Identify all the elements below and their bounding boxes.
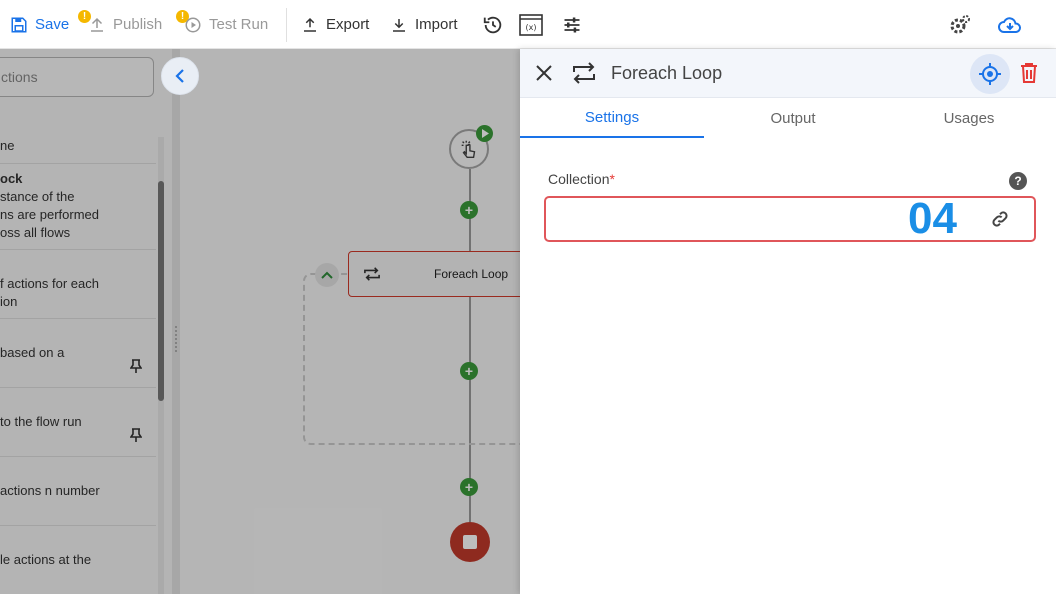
action-item[interactable]: ock stance of the ns are performed oss a…	[0, 170, 156, 250]
action-item-line: ns are performed	[0, 207, 99, 222]
link-icon[interactable]	[990, 209, 1010, 229]
chevron-up-icon	[321, 271, 333, 279]
settings-tabs: Settings Output Usages	[520, 98, 1056, 138]
toolbar: Save ! Publish ! Test Run Export Import …	[0, 0, 1056, 49]
action-item[interactable]: ne	[0, 137, 156, 164]
action-item[interactable]: f actions for each ion	[0, 275, 156, 319]
action-item-line: ne	[0, 138, 15, 153]
action-item-line: f actions for each	[0, 276, 99, 291]
action-item[interactable]: le actions at the	[0, 551, 156, 594]
import-label: Import	[415, 16, 458, 33]
close-icon[interactable]	[534, 63, 554, 83]
search-placeholder: ctions	[1, 69, 38, 85]
add-step-in-loop-button[interactable]: +	[460, 362, 478, 380]
action-item-line: le actions at the	[0, 552, 92, 567]
save-button[interactable]: Save	[10, 0, 69, 49]
action-item-title: ock	[0, 171, 23, 186]
history-icon	[483, 16, 502, 33]
flow-settings-button[interactable]	[948, 0, 972, 49]
action-item-line: stance of the	[0, 189, 75, 204]
help-icon[interactable]: ?	[1009, 172, 1027, 190]
chevron-left-icon	[175, 69, 184, 83]
annotation-badge: 04	[908, 194, 957, 243]
test-run-button[interactable]: Test Run	[184, 0, 268, 49]
pin-icon[interactable]	[130, 427, 142, 442]
tab-usages[interactable]: Usages	[882, 98, 1056, 138]
foreach-loop-node-label: Foreach Loop	[434, 267, 509, 281]
publish-label: Publish	[113, 16, 163, 33]
play-icon	[481, 129, 489, 138]
export-button[interactable]: Export	[301, 0, 369, 49]
add-step-button[interactable]: +	[460, 201, 478, 219]
save-icon	[11, 17, 27, 32]
toolbar-divider	[286, 8, 287, 42]
import-button[interactable]: Import	[390, 0, 458, 49]
settings-header: Foreach Loop	[520, 49, 1056, 98]
cloud-download-icon	[998, 16, 1021, 33]
history-button[interactable]	[482, 0, 504, 49]
action-item-line: oss all flows	[0, 225, 71, 240]
loop-icon	[573, 62, 595, 84]
publish-button[interactable]: Publish	[88, 0, 162, 49]
cloud-sync-button[interactable]	[998, 0, 1022, 49]
action-item-line: actions n number	[0, 483, 100, 498]
svg-text:(x): (x)	[526, 23, 537, 32]
action-item-line: ion	[0, 294, 18, 309]
collapse-loop-button[interactable]	[315, 263, 339, 287]
sliders-icon	[564, 17, 580, 32]
test-run-label: Test Run	[209, 16, 269, 33]
step-settings-panel: Foreach Loop Settings Output Usages Coll…	[520, 49, 1056, 594]
delete-icon[interactable]	[1020, 62, 1038, 84]
import-icon	[393, 18, 405, 32]
foreach-loop-node[interactable]: Foreach Loop	[348, 251, 528, 297]
gears-icon	[950, 14, 970, 33]
action-item[interactable]: actions n number	[0, 482, 156, 526]
tab-output[interactable]: Output	[704, 98, 882, 138]
actions-panel: ctions ne ock stance of the ns are perfo…	[0, 49, 172, 594]
variables-icon: (x)	[519, 13, 543, 36]
drag-dots	[174, 325, 178, 353]
locate-step-button[interactable]	[970, 54, 1010, 94]
end-node[interactable]	[450, 522, 490, 562]
settings-sliders-button[interactable]	[562, 0, 582, 49]
target-icon	[979, 63, 1001, 85]
tab-settings[interactable]: Settings	[520, 98, 704, 138]
required-mark: *	[609, 171, 615, 187]
collapse-panel-button[interactable]	[161, 57, 199, 95]
collection-label-text: Collection	[548, 171, 610, 187]
pin-icon[interactable]	[130, 358, 142, 373]
collection-input[interactable]	[544, 196, 1036, 242]
actions-scroll-thumb[interactable]	[158, 181, 164, 401]
loop-icon	[364, 267, 380, 281]
save-label: Save	[35, 16, 70, 33]
actions-search-input[interactable]: ctions	[0, 57, 154, 97]
stop-icon	[463, 535, 477, 549]
panel-resize-handle[interactable]	[172, 49, 180, 594]
export-icon	[304, 17, 316, 32]
settings-title: Foreach Loop	[611, 63, 723, 83]
manual-trigger-icon	[461, 140, 476, 158]
export-label: Export	[326, 16, 370, 33]
upload-icon	[91, 17, 103, 32]
action-item[interactable]: to the flow run	[0, 413, 156, 457]
variables-button[interactable]: (x)	[519, 0, 543, 49]
run-trigger-button[interactable]	[476, 125, 493, 142]
play-circle-icon	[185, 17, 201, 32]
collection-label: Collection*	[548, 171, 615, 187]
loop-body-container	[303, 273, 533, 445]
action-item[interactable]: based on a	[0, 344, 156, 388]
add-step-button[interactable]: +	[460, 478, 478, 496]
